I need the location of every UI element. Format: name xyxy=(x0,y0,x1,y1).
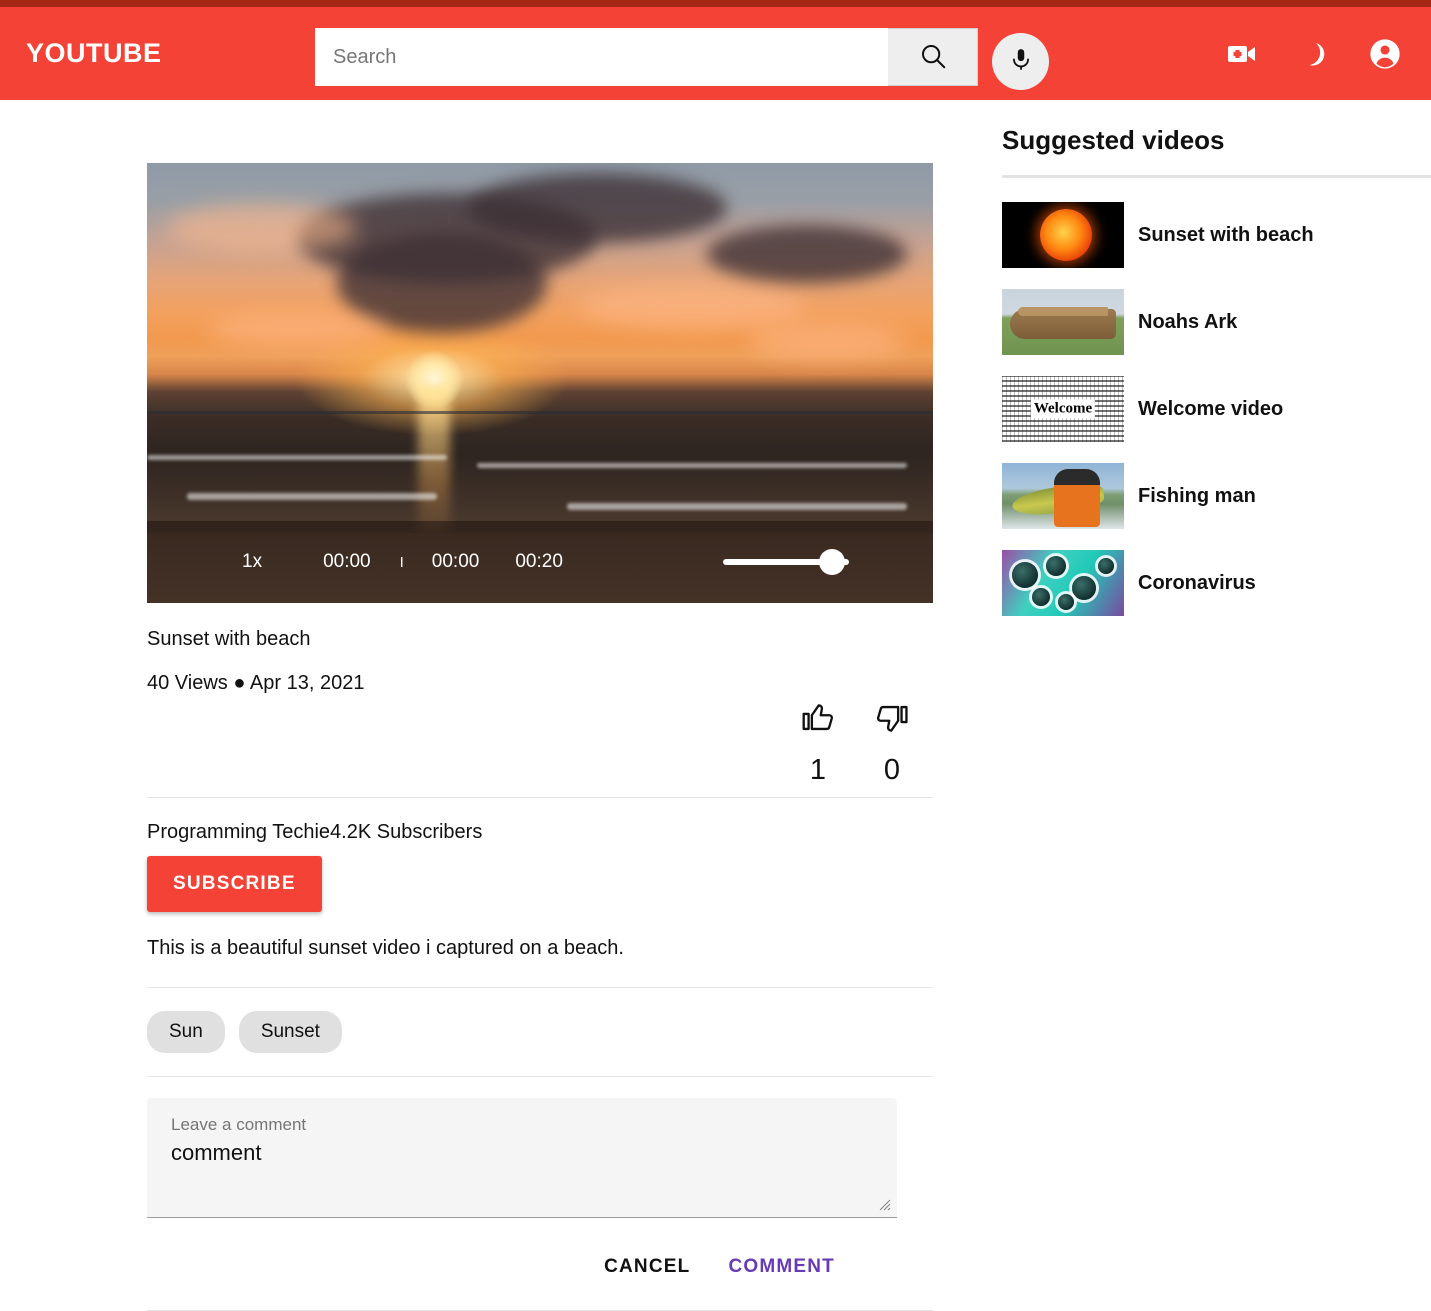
video-camera-plus-icon[interactable] xyxy=(1227,42,1257,66)
rating-bar: 1 0 xyxy=(147,697,933,797)
duration-label: 00:20 xyxy=(515,551,563,572)
thumbs-down-icon xyxy=(875,705,909,737)
dislike-count: 0 xyxy=(883,754,901,786)
playback-speed-label[interactable]: 1x xyxy=(242,551,262,573)
ark-thumbnail xyxy=(1002,289,1124,355)
virus-particle xyxy=(1032,588,1050,606)
subscribe-button[interactable]: SUBSCRIBE xyxy=(147,856,322,912)
suggested-video-item[interactable]: Fishing man xyxy=(1002,463,1431,529)
video-title: Sunset with beach xyxy=(147,628,311,650)
microphone-icon xyxy=(1008,47,1034,76)
top-accent-stripe xyxy=(0,0,1431,7)
comment-field-label: Leave a comment xyxy=(171,1115,307,1134)
welcome-wordcloud-thumbnail: Welcome xyxy=(1002,376,1124,442)
suggested-video-label: Welcome video xyxy=(1138,397,1284,420)
comment-actions: CANCEL COMMENT xyxy=(147,1250,933,1284)
search-input[interactable] xyxy=(315,28,888,86)
like-count: 1 xyxy=(809,754,827,786)
suggested-videos-panel: Suggested videos Sunset with beach Noahs… xyxy=(1002,125,1431,637)
voice-search-button[interactable] xyxy=(992,33,1049,90)
wave xyxy=(567,503,907,510)
meta-separator: ● xyxy=(233,672,246,694)
volume-slider[interactable] xyxy=(723,549,868,575)
account-circle-icon[interactable] xyxy=(1369,38,1401,70)
virus-particle xyxy=(1058,594,1074,610)
view-count: 40 Views xyxy=(147,672,228,694)
watch-column: 1x 00:00 I 00:00 00:20 Sunset with beach… xyxy=(147,163,933,1311)
like-button[interactable]: 1 xyxy=(788,703,848,787)
virus-particle xyxy=(1072,576,1096,600)
cloud xyxy=(747,323,907,359)
suggested-video-label: Coronavirus xyxy=(1138,571,1256,594)
cloud xyxy=(467,173,727,243)
ark-deck xyxy=(1018,307,1108,316)
wave xyxy=(477,463,907,468)
virus-particle xyxy=(1012,562,1038,588)
suggested-video-item[interactable]: Noahs Ark xyxy=(1002,289,1431,355)
cloud xyxy=(707,225,907,283)
cloud xyxy=(207,313,387,347)
coronavirus-thumbnail xyxy=(1002,550,1124,616)
player-controls: 1x 00:00 I 00:00 00:20 xyxy=(147,521,933,603)
submit-comment-button[interactable]: COMMENT xyxy=(724,1250,839,1284)
sun-thumbnail xyxy=(1002,202,1124,268)
app-header: YOUTUBE xyxy=(0,7,1431,100)
tag-list: Sun Sunset xyxy=(147,988,933,1076)
sun-graphic xyxy=(1040,209,1092,261)
horizon-line xyxy=(147,411,933,414)
comment-input-container[interactable]: Leave a comment comment xyxy=(147,1098,897,1218)
wave xyxy=(147,455,447,460)
current-time-label: 00:00 xyxy=(323,551,371,572)
upload-date: Apr 13, 2021 xyxy=(249,672,365,694)
tag-chip[interactable]: Sun xyxy=(147,1011,225,1053)
search-button[interactable] xyxy=(888,28,978,86)
video-description: This is a beautiful sunset video i captu… xyxy=(147,937,624,959)
suggested-video-item[interactable]: Coronavirus xyxy=(1002,550,1431,616)
fisherman-graphic xyxy=(1054,469,1100,527)
channel-info: Programming Techie4.2K Subscribers xyxy=(147,821,483,843)
tag-chip[interactable]: Sunset xyxy=(238,1011,342,1053)
suggested-videos-list: Sunset with beach Noahs Ark Welcome Welc… xyxy=(1002,202,1431,616)
suggested-video-label: Noahs Ark xyxy=(1138,310,1238,333)
virus-particle xyxy=(1098,558,1114,574)
suggested-video-item[interactable]: Welcome Welcome video xyxy=(1002,376,1431,442)
comment-textarea[interactable]: comment xyxy=(171,1140,261,1166)
divider xyxy=(147,797,933,798)
dislike-button[interactable]: 0 xyxy=(862,703,922,787)
cloud xyxy=(577,283,807,329)
moon-icon[interactable] xyxy=(1299,40,1327,68)
cloud xyxy=(337,233,547,333)
suggested-video-item[interactable]: Sunset with beach xyxy=(1002,202,1431,268)
app-logo[interactable]: YOUTUBE xyxy=(26,40,162,67)
thumbs-up-icon xyxy=(801,704,835,737)
suggested-video-label: Sunset with beach xyxy=(1138,223,1314,246)
divider xyxy=(1002,175,1431,178)
virus-particle xyxy=(1046,556,1066,576)
suggested-video-label: Fishing man xyxy=(1138,484,1256,507)
video-player[interactable]: 1x 00:00 I 00:00 00:20 xyxy=(147,163,933,603)
cloud xyxy=(167,203,357,253)
volume-thumb[interactable] xyxy=(819,549,845,575)
search-bar xyxy=(315,28,978,86)
search-icon xyxy=(918,41,948,74)
welcome-word: Welcome xyxy=(1030,399,1096,419)
suggested-videos-title: Suggested videos xyxy=(1002,125,1225,155)
fishing-thumbnail xyxy=(1002,463,1124,529)
video-meta: 40 Views ● Apr 13, 2021 xyxy=(147,672,933,695)
progress-tick: I xyxy=(399,553,404,571)
wave xyxy=(187,493,437,500)
divider xyxy=(147,1076,933,1077)
header-action-icons xyxy=(1227,7,1401,100)
elapsed-time-label: 00:00 xyxy=(431,551,480,572)
cancel-comment-button[interactable]: CANCEL xyxy=(600,1250,694,1284)
resize-handle-icon[interactable] xyxy=(877,1197,891,1211)
